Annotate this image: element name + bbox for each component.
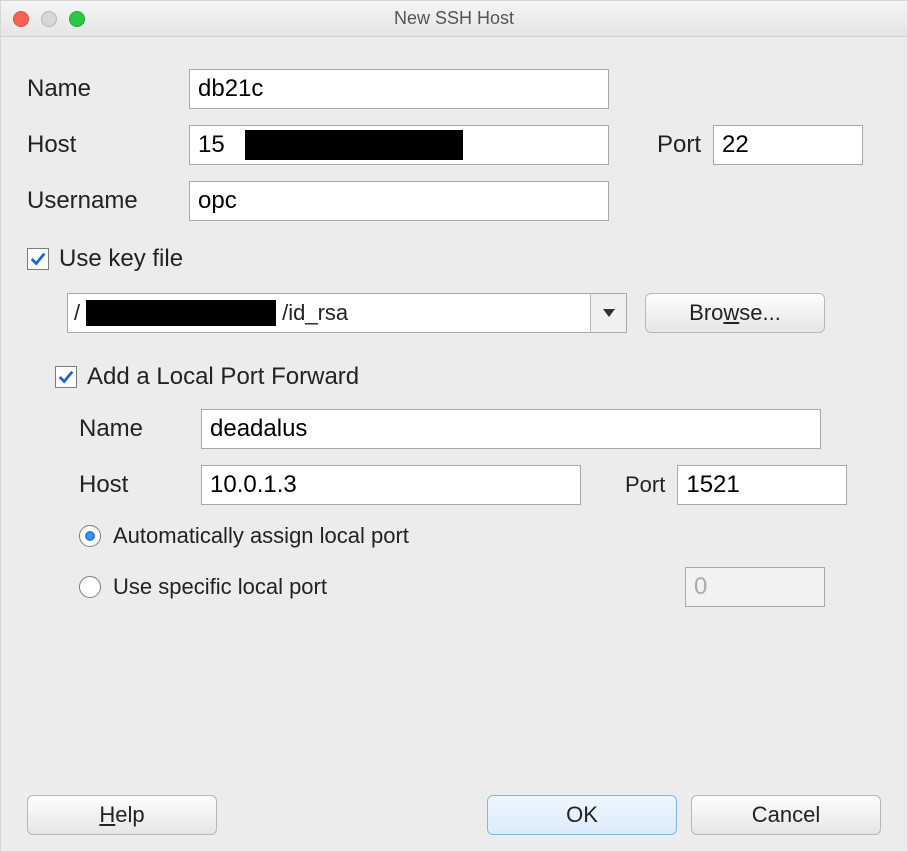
row-host: Host Port <box>27 125 881 165</box>
keyfile-combo[interactable]: / /id_rsa <box>67 293 627 333</box>
checkmark-icon <box>57 368 75 386</box>
forward-name-input[interactable] <box>201 409 821 449</box>
name-input[interactable] <box>189 69 609 109</box>
cancel-label: Cancel <box>752 802 820 828</box>
auto-assign-radio[interactable] <box>79 525 101 547</box>
auto-assign-radio-row: Automatically assign local port <box>79 523 881 549</box>
browse-button[interactable]: Browse... <box>645 293 825 333</box>
label-port: Port <box>657 131 701 159</box>
title-bar: New SSH Host <box>1 1 907 37</box>
forward-name-label: Name <box>79 415 189 443</box>
forward-fields: Name Host Port Automatically assign loca… <box>79 409 881 607</box>
specific-port-left: Use specific local port <box>79 574 327 600</box>
help-label-rest: elp <box>115 802 144 828</box>
radio-dot-icon <box>85 531 95 541</box>
specific-port-row: Use specific local port <box>79 567 881 607</box>
close-window-icon[interactable] <box>13 11 29 27</box>
port-forward-group: Add a Local Port Forward Name Host Port … <box>55 363 881 607</box>
window-title: New SSH Host <box>1 8 907 29</box>
add-port-forward-label: Add a Local Port Forward <box>87 363 359 391</box>
use-keyfile-label: Use key file <box>59 245 183 273</box>
keyfile-prefix: / <box>68 300 82 326</box>
use-keyfile-row: Use key file <box>27 245 881 273</box>
forward-port-input[interactable] <box>677 465 847 505</box>
add-port-forward-row: Add a Local Port Forward <box>55 363 881 391</box>
browse-label-suffix: se... <box>739 300 781 326</box>
label-username: Username <box>27 187 177 215</box>
label-host: Host <box>27 131 177 159</box>
specific-port-label: Use specific local port <box>113 574 327 600</box>
specific-port-input <box>685 567 825 607</box>
forward-host-input[interactable] <box>201 465 581 505</box>
forward-host-label: Host <box>79 471 189 499</box>
cancel-button[interactable]: Cancel <box>691 795 881 835</box>
help-button[interactable]: Help <box>27 795 217 835</box>
minimize-window-icon <box>41 11 57 27</box>
username-input[interactable] <box>189 181 609 221</box>
row-name: Name <box>27 69 881 109</box>
keyfile-dropdown-button[interactable] <box>590 294 626 332</box>
add-port-forward-checkbox[interactable] <box>55 366 77 388</box>
footer: Help OK Cancel <box>1 795 907 835</box>
chevron-down-icon <box>603 309 615 317</box>
row-username: Username <box>27 181 881 221</box>
ok-label: OK <box>566 802 598 828</box>
use-keyfile-checkbox[interactable] <box>27 248 49 270</box>
traffic-lights <box>13 11 85 27</box>
forward-host-row: Host Port <box>79 465 881 505</box>
browse-label-underlined: w <box>723 300 739 326</box>
checkmark-icon <box>29 250 47 268</box>
port-input[interactable] <box>713 125 863 165</box>
label-name: Name <box>27 75 177 103</box>
dialog-content: Name Host Port Username Use key file / /… <box>1 37 907 607</box>
specific-port-radio[interactable] <box>79 576 101 598</box>
browse-label-prefix: Bro <box>689 300 723 326</box>
auto-assign-label: Automatically assign local port <box>113 523 409 549</box>
keyfile-suffix: /id_rsa <box>280 300 348 326</box>
help-label-underlined: H <box>99 802 115 828</box>
zoom-window-icon[interactable] <box>69 11 85 27</box>
ok-button[interactable]: OK <box>487 795 677 835</box>
forward-port-label: Port <box>625 472 665 498</box>
forward-name-row: Name <box>79 409 881 449</box>
redacted-keyfile-overlay <box>86 300 276 326</box>
redacted-host-overlay <box>245 130 463 160</box>
keyfile-row: / /id_rsa Browse... <box>67 293 881 333</box>
